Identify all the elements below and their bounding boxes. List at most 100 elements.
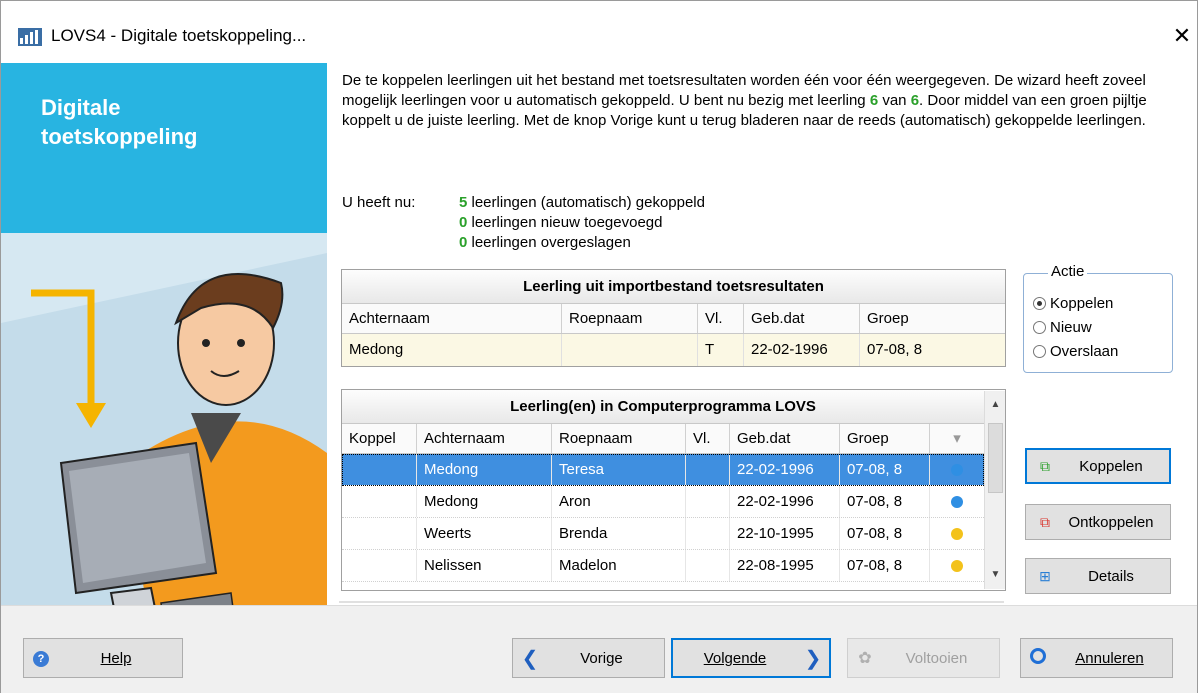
status-dot-icon: [951, 464, 963, 476]
cell-gebdat: 22-02-1996: [730, 486, 840, 517]
cell-roepnaam: Madelon: [552, 550, 686, 581]
column-header[interactable]: Vl.: [686, 424, 730, 453]
sidebar-title-line1: Digitale: [41, 95, 121, 120]
column-header[interactable]: Achternaam: [417, 424, 552, 453]
ontkoppelen-button[interactable]: ⧉ Ontkoppelen: [1025, 504, 1171, 540]
lovs-student-grid: Leerling(en) in Computerprogramma LOVS K…: [341, 389, 1006, 591]
radio-nieuw[interactable]: Nieuw: [1033, 316, 1092, 338]
scroll-up-icon[interactable]: ▲: [985, 391, 1006, 419]
status-dot-cell: [930, 550, 984, 581]
cell-roepnaam: Teresa: [552, 454, 686, 485]
footer-bar: ? Help ❮ Vorige Volgende ❯ ✿ Voltooien A…: [1, 605, 1197, 693]
cell-vl: T: [698, 334, 744, 366]
koppelen-button[interactable]: ⧉ Koppelen: [1025, 448, 1171, 484]
sidebar-header: Digitale toetskoppeling: [1, 63, 327, 233]
close-icon[interactable]: ✕: [1165, 19, 1198, 53]
status-dot-icon: [951, 528, 963, 540]
radio-nieuw-button[interactable]: [1033, 320, 1046, 334]
cell-groep: 07-08, 8: [840, 486, 930, 517]
cell-achternaam: Medong: [342, 334, 562, 366]
actie-groupbox: Actie Koppelen Nieuw Overslaan: [1023, 263, 1173, 373]
scroll-down-icon[interactable]: ▼: [985, 561, 1006, 589]
radio-overslaan-button[interactable]: [1033, 344, 1046, 358]
radio-koppelen[interactable]: Koppelen: [1033, 292, 1113, 314]
status-linked: 5 leerlingen (automatisch) gekoppeld: [459, 193, 859, 213]
column-header[interactable]: Geb.dat: [744, 304, 860, 333]
column-header[interactable]: Roepnaam: [562, 304, 698, 333]
scroll-thumb[interactable]: [988, 423, 1003, 493]
radio-overslaan[interactable]: Overslaan: [1033, 340, 1118, 362]
column-header[interactable]: Achternaam: [342, 304, 562, 333]
cell-gebdat: 22-08-1995: [730, 550, 840, 581]
help-label: Help: [100, 649, 132, 667]
volgende-button[interactable]: Volgende ❯: [671, 638, 831, 678]
cell-groep: 07-08, 8: [840, 518, 930, 549]
total-student-number: 6: [910, 92, 920, 109]
table-row[interactable]: Medong Teresa 22-02-1996 07-08, 8: [342, 454, 984, 486]
status-dot-icon: [951, 560, 963, 572]
arrow-right-icon: ❯: [804, 647, 822, 670]
cell-roepnaam: Brenda: [552, 518, 686, 549]
cell-koppel: [342, 486, 417, 517]
intro-text: De te koppelen leerlingen uit het bestan…: [342, 71, 1192, 131]
cell-vl: [686, 518, 730, 549]
status-dot-cell: [930, 454, 984, 485]
details-label: Details: [1088, 567, 1134, 585]
cell-groep: 07-08, 8: [840, 550, 930, 581]
column-header[interactable]: Roepnaam: [552, 424, 686, 453]
annuleren-button[interactable]: Annuleren: [1020, 638, 1173, 678]
cell-koppel: [342, 454, 417, 485]
lovs-grid-scrollbar[interactable]: ▲ ▼: [984, 391, 1005, 589]
cell-koppel: [342, 518, 417, 549]
table-row[interactable]: Weerts Brenda 22-10-1995 07-08, 8: [342, 518, 984, 550]
cell-groep: 07-08, 8: [867, 341, 923, 358]
app-icon: [18, 28, 42, 46]
link-icon: ⧉: [1040, 457, 1050, 474]
status-dot-cell: [930, 486, 984, 517]
help-button[interactable]: ? Help: [23, 638, 183, 678]
status-lines: 5 leerlingen (automatisch) gekoppeld 0 l…: [459, 193, 859, 253]
status-dot-cell: [930, 518, 984, 549]
cell-achternaam: Medong: [417, 454, 552, 485]
illustration-person-at-computer: [1, 233, 327, 626]
help-icon: ?: [24, 649, 58, 667]
details-button[interactable]: ⊞ Details: [1025, 558, 1171, 594]
status-new: 0 leerlingen nieuw toegevoegd: [459, 213, 859, 233]
ontkoppelen-label: Ontkoppelen: [1068, 513, 1154, 531]
radio-label: Koppelen: [1050, 294, 1114, 312]
cell-roepnaam: [562, 334, 698, 366]
column-header[interactable]: Groep: [840, 424, 930, 453]
radio-label: Overslaan: [1050, 342, 1119, 360]
voltooien-button[interactable]: ✿ Voltooien: [847, 638, 1000, 678]
window-title: LOVS4 - Digitale toetskoppeling...: [51, 26, 307, 45]
import-row: Medong T 22-02-1996 07-08, 8: [342, 334, 1005, 366]
radio-koppelen-button[interactable]: [1033, 296, 1046, 310]
unlink-icon: ⧉: [1040, 513, 1050, 530]
cell-gebdat: 22-02-1996: [744, 334, 860, 366]
lovs-rows: Medong Teresa 22-02-1996 07-08, 8 Medong Aron…: [342, 454, 1005, 582]
table-row[interactable]: Medong Aron 22-02-1996 07-08, 8: [342, 486, 984, 518]
column-header[interactable]: Groep: [860, 304, 1002, 333]
import-grid-columns: Achternaam Roepnaam Vl. Geb.dat Groep: [342, 304, 1005, 334]
sidebar-title: Digitale toetskoppeling: [41, 93, 291, 151]
vorige-button[interactable]: ❮ Vorige: [512, 638, 665, 678]
koppelen-label: Koppelen: [1079, 457, 1143, 475]
column-header[interactable]: Vl.: [698, 304, 744, 333]
finish-icon: ✿: [858, 650, 872, 667]
import-student-grid: Leerling uit importbestand toetsresultat…: [341, 269, 1006, 367]
sort-chevron-icon[interactable]: ▾: [930, 424, 984, 453]
volgende-label: Volgende: [703, 649, 767, 667]
wizard-window: LOVS4 - Digitale toetskoppeling... ✕ Dig…: [0, 0, 1198, 693]
current-student-number: 6: [869, 92, 879, 109]
table-row[interactable]: Nelissen Madelon 22-08-1995 07-08, 8: [342, 550, 984, 582]
cell-groep: 07-08, 8: [840, 454, 930, 485]
column-header[interactable]: Geb.dat: [730, 424, 840, 453]
sidebar-panel: Digitale toetskoppeling: [1, 63, 327, 626]
voltooien-label: Voltooien: [905, 649, 968, 667]
skipped-text: leerlingen overgeslagen: [467, 234, 631, 251]
arrow-left-icon: ❮: [521, 647, 539, 670]
cell-roepnaam: Aron: [552, 486, 686, 517]
column-header[interactable]: Koppel: [342, 424, 417, 453]
lovs-grid-columns: Koppel Achternaam Roepnaam Vl. Geb.dat G…: [342, 424, 984, 454]
cell-gebdat: 22-10-1995: [730, 518, 840, 549]
